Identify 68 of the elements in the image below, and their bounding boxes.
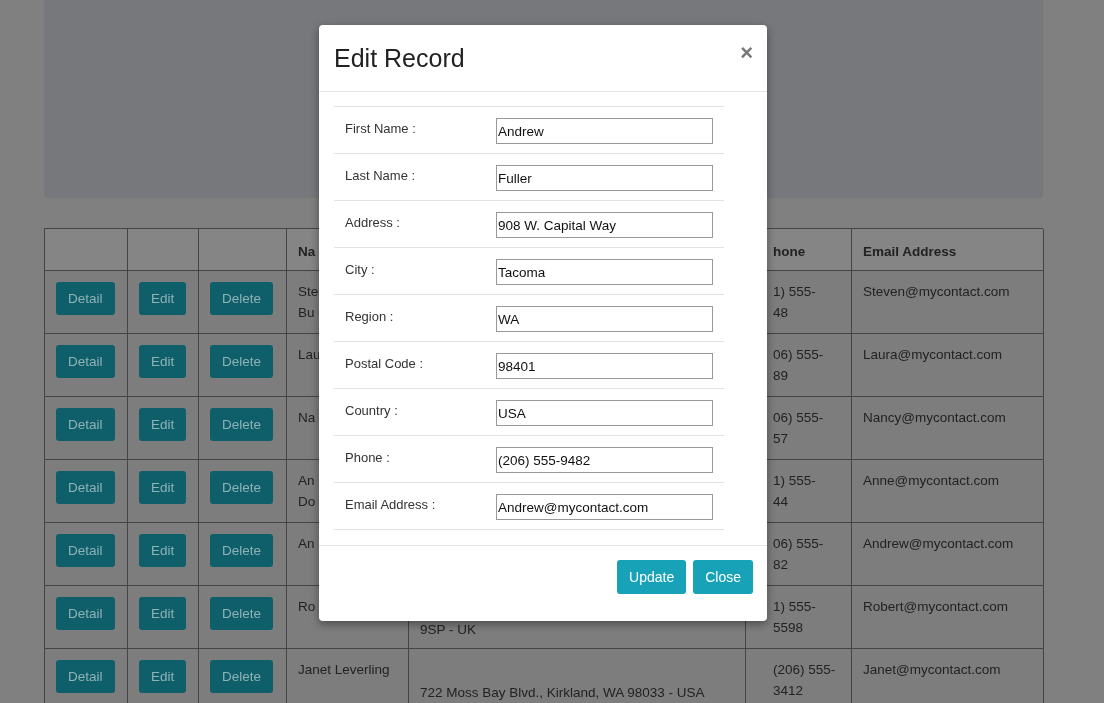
table-cell: Ste Bu [298, 284, 319, 320]
delete-button[interactable]: Delete [210, 345, 274, 378]
edit-button[interactable]: Edit [139, 471, 187, 504]
field-label: Last Name : [345, 167, 417, 185]
input-field[interactable]: (206) 555-9482 [496, 447, 713, 473]
table-cell: Andrew@mycontact.com [863, 536, 1014, 551]
detail-button[interactable]: Detail [56, 660, 115, 693]
input-field[interactable]: 98401 [496, 353, 713, 379]
detail-button[interactable]: Detail [56, 282, 115, 315]
column-header: Na [298, 244, 316, 259]
close-button[interactable]: Close [693, 560, 753, 594]
delete-button[interactable]: Delete [210, 282, 274, 315]
edit-button[interactable]: Edit [139, 408, 187, 441]
table-cell: Laura@mycontact.com [863, 347, 1002, 362]
input-field[interactable]: Fuller [496, 165, 713, 191]
table-cell: Robert@mycontact.com [863, 599, 1008, 614]
edit-button[interactable]: Edit [139, 597, 187, 630]
table-cell: 1) 555- 44 [773, 473, 816, 509]
column-header: hone [773, 244, 806, 259]
detail-button[interactable]: Detail [56, 345, 115, 378]
table-cell: 06) 555- 57 [773, 410, 824, 446]
table-cell: An Do [298, 473, 316, 509]
table-cell: Steven@mycontact.com [863, 284, 1010, 299]
detail-button[interactable]: Detail [56, 534, 115, 567]
detail-button[interactable]: Detail [56, 597, 115, 630]
table-cell: 06) 555- 89 [773, 347, 824, 383]
field-label: Country : [345, 402, 399, 420]
input-field[interactable]: Tacoma [496, 259, 713, 285]
delete-button[interactable]: Delete [210, 534, 274, 567]
table-cell: Anne@mycontact.com [863, 473, 999, 488]
edit-button[interactable]: Edit [139, 345, 187, 378]
input-field[interactable]: 908 W. Capital Way [496, 212, 713, 238]
table-cell: Ro [298, 599, 316, 614]
input-field[interactable]: Andrew@mycontact.com [496, 494, 713, 520]
table-cell: 1) 555- 48 [773, 284, 816, 320]
field-label: City : [345, 261, 376, 279]
table-cell: Janet@mycontact.com [863, 662, 1001, 677]
detail-button[interactable]: Detail [56, 471, 115, 504]
delete-button[interactable]: Delete [210, 408, 274, 441]
close-icon[interactable]: × [740, 40, 753, 66]
table-cell-text: 9SP - UK [420, 621, 477, 639]
delete-button[interactable]: Delete [210, 660, 274, 693]
table-cell: Na [298, 410, 316, 425]
field-label: Phone : [345, 449, 391, 467]
delete-button[interactable]: Delete [210, 471, 274, 504]
field-label: Address : [345, 214, 401, 232]
edit-button[interactable]: Edit [139, 534, 187, 567]
field-label: First Name : [345, 120, 417, 138]
input-field[interactable]: USA [496, 400, 713, 426]
edit-button[interactable]: Edit [139, 660, 187, 693]
dialog-title: Edit Record [334, 43, 465, 73]
table-cell: Janet Leverling [298, 662, 390, 677]
detail-button[interactable]: Detail [56, 408, 115, 441]
edit-button[interactable]: Edit [139, 282, 187, 315]
input-field[interactable]: WA [496, 306, 713, 332]
table-cell: An [298, 536, 315, 551]
field-label: Postal Code : [345, 355, 425, 373]
table-cell: Nancy@mycontact.com [863, 410, 1006, 425]
table-cell: 06) 555- 82 [773, 536, 824, 572]
table-cell-text: 722 Moss Bay Blvd., Kirkland, WA 98033 - USA [420, 684, 705, 702]
field-label: Email Address : [345, 496, 437, 514]
column-header: Email Address [863, 244, 957, 259]
table-cell: 1) 555- 5598 [773, 599, 816, 635]
field-label: Region : [345, 308, 395, 326]
table-cell: (206) 555- 3412 [773, 662, 836, 698]
delete-button[interactable]: Delete [210, 597, 274, 630]
update-button[interactable]: Update [617, 560, 687, 594]
input-field[interactable]: Andrew [496, 118, 713, 144]
